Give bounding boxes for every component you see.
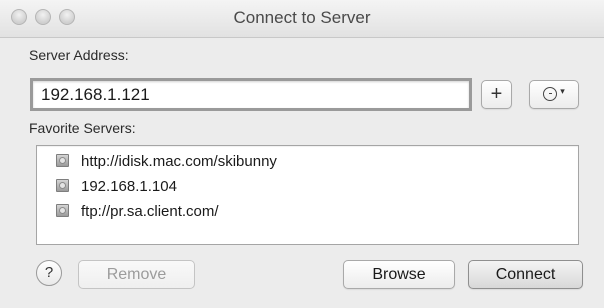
clock-icon bbox=[543, 87, 558, 102]
list-item[interactable]: ftp://pr.sa.client.com/ bbox=[38, 200, 577, 223]
connect-to-server-window: Connect to Server Server Address: + ▾ Fa… bbox=[0, 0, 604, 308]
recent-servers-button[interactable]: ▾ bbox=[529, 80, 579, 109]
favorite-servers-label: Favorite Servers: bbox=[29, 120, 136, 136]
list-item[interactable]: http://idisk.mac.com/skibunny bbox=[38, 150, 577, 173]
server-address-input[interactable] bbox=[30, 78, 472, 111]
help-icon: ? bbox=[44, 264, 54, 281]
list-item-label: http://idisk.mac.com/skibunny bbox=[81, 153, 277, 170]
browse-button[interactable]: Browse bbox=[343, 260, 455, 289]
server-icon bbox=[56, 204, 69, 217]
plus-icon: + bbox=[490, 83, 503, 105]
remove-button[interactable]: Remove bbox=[78, 260, 195, 289]
list-item-label: 192.168.1.104 bbox=[81, 178, 177, 195]
help-button[interactable]: ? bbox=[36, 260, 62, 286]
list-item[interactable]: 192.168.1.104 bbox=[38, 175, 577, 198]
server-address-label: Server Address: bbox=[29, 47, 129, 63]
window-title: Connect to Server bbox=[233, 8, 371, 27]
add-favorite-button[interactable]: + bbox=[481, 80, 512, 109]
list-item-label: ftp://pr.sa.client.com/ bbox=[81, 203, 219, 220]
favorite-servers-list[interactable]: http://idisk.mac.com/skibunny 192.168.1.… bbox=[36, 145, 579, 245]
server-icon bbox=[56, 179, 69, 192]
chevron-down-icon: ▾ bbox=[560, 86, 565, 97]
connect-button[interactable]: Connect bbox=[468, 260, 583, 289]
server-icon bbox=[56, 154, 69, 167]
title-bar[interactable]: Connect to Server bbox=[0, 0, 604, 38]
